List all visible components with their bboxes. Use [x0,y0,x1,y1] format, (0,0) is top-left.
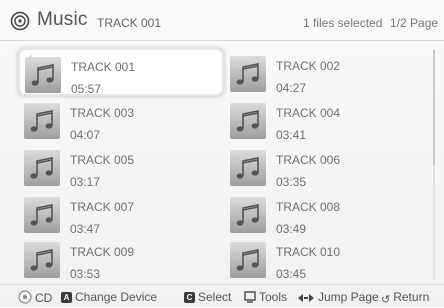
track-title: TRACK 007 [70,200,135,214]
tools-button[interactable]: Tools [244,290,287,304]
a-key-icon: A [61,292,72,303]
jump-page-icon [298,294,314,302]
scrollbar-thumb[interactable] [433,50,435,165]
track-duration: 03:35 [276,175,307,189]
music-note-icon [230,150,266,186]
track-title: TRACK 010 [276,245,341,259]
track-duration: 04:07 [70,128,101,142]
track-title: TRACK 004 [276,106,341,120]
disc-icon [10,11,30,31]
track-duration: 03:45 [276,267,307,281]
track-title: TRACK 008 [276,200,341,214]
cd-label: CD [35,291,53,305]
jump-page-button[interactable]: Jump Page [297,290,379,304]
track-item[interactable]: TRACK 010 03:45 [224,234,430,282]
music-note-icon [24,103,60,139]
track-item[interactable]: TRACK 004 03:41 [224,95,430,143]
track-item[interactable]: TRACK 007 03:47 [18,189,224,237]
cd-button[interactable]: CD [18,290,52,305]
track-title: TRACK 002 [276,59,341,73]
music-note-icon [24,197,60,233]
music-note-icon [25,57,61,93]
jump-page-label: Jump Page [318,290,379,304]
change-device-button[interactable]: A Change Device [61,290,157,304]
return-button[interactable]: ↺ Return [381,290,429,306]
music-note-icon [230,103,266,139]
track-item[interactable]: TRACK 005 03:17 [18,142,224,190]
track-duration: 05:57 [71,82,102,96]
music-note-icon [230,197,266,233]
music-note-icon [230,56,266,92]
track-item[interactable]: TRACK 008 03:49 [224,189,430,237]
track-duration: 03:41 [276,128,307,142]
tools-label: Tools [259,290,288,304]
app-title: Music [37,9,88,30]
track-item[interactable]: TRACK 009 03:53 [18,234,224,282]
page-indicator: 1/2 Page [390,16,439,30]
music-note-icon [24,150,60,186]
track-title: TRACK 005 [70,153,135,167]
c-key-icon: C [184,292,195,303]
header: Music TRACK 001 1 files selected 1/2 Pag… [0,0,444,41]
track-item[interactable]: TRACK 003 04:07 [18,95,224,143]
track-item[interactable]: TRACK 006 03:35 [224,142,430,190]
track-duration: 04:27 [276,81,307,95]
footer-hint-bar: CD A Change Device C Select Tools Jump Pag… [0,284,444,308]
music-browser-screen: Music TRACK 001 1 files selected 1/2 Pag… [0,0,444,307]
select-label: Select [198,290,232,304]
track-item[interactable]: TRACK 002 04:27 [224,48,430,96]
track-duration: 03:53 [70,267,101,281]
return-label: Return [393,290,430,304]
track-duration: 03:17 [70,175,101,189]
current-track-name: TRACK 001 [97,16,162,30]
track-title: TRACK 003 [70,106,135,120]
track-title: TRACK 006 [276,153,341,167]
select-button[interactable]: C Select [184,290,231,304]
scrollbar[interactable] [433,50,435,280]
track-title: TRACK 001 [71,60,136,74]
music-note-icon [24,242,60,278]
change-device-label: Change Device [75,290,158,304]
return-icon: ↺ [381,294,391,306]
tools-icon [244,291,256,303]
selection-status: 1 files selected [303,16,383,30]
dpad-icon [18,290,32,304]
music-note-icon [230,242,266,278]
track-title: TRACK 009 [70,245,135,259]
track-grid: ✓ TRACK 001 05:57 TR [18,48,430,282]
track-item[interactable]: ✓ TRACK 001 05:57 [18,48,224,96]
